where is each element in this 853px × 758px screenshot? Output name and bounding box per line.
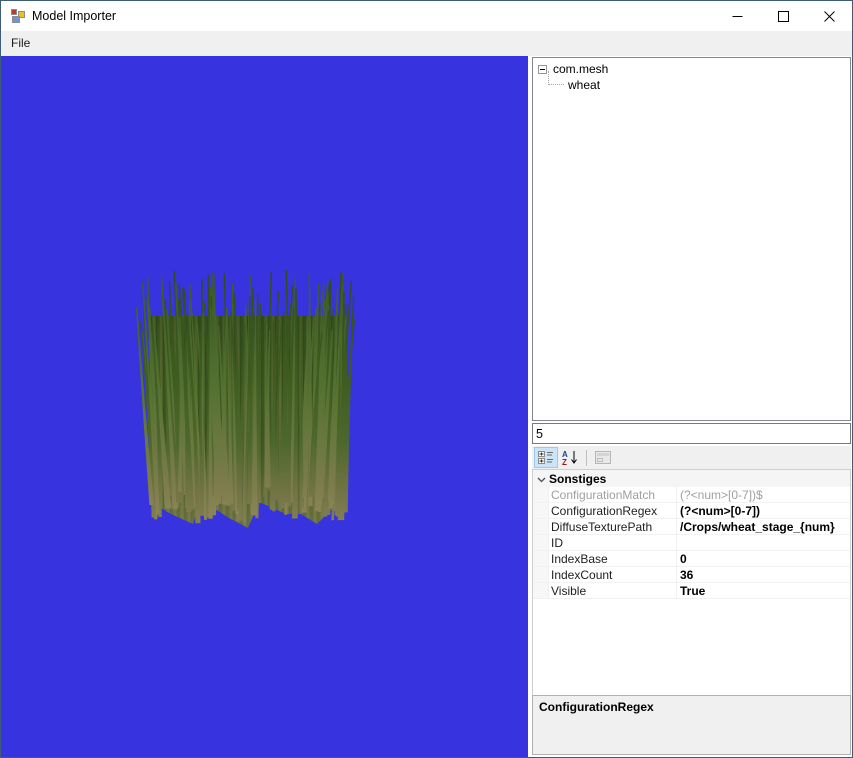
window-title: Model Importer (32, 9, 117, 23)
window-controls (714, 1, 852, 31)
property-value[interactable]: /Crops/wheat_stage_{num} (677, 520, 850, 534)
mesh-tree[interactable]: com.mesh wheat (532, 57, 851, 421)
maximize-button[interactable] (760, 1, 806, 31)
property-value[interactable]: 0 (677, 552, 850, 566)
property-row[interactable]: ID (533, 535, 850, 551)
title-bar: Model Importer (1, 1, 852, 31)
tree-node-wheat[interactable]: wheat (544, 71, 850, 93)
property-name: DiffuseTexturePath (549, 519, 677, 534)
tree-node-root[interactable]: com.mesh (536, 61, 850, 77)
property-row[interactable]: DiffuseTexturePath /Crops/wheat_stage_{n… (533, 519, 850, 535)
category-label: Sonstiges (549, 471, 607, 486)
close-button[interactable] (806, 1, 852, 31)
property-name: IndexCount (549, 567, 677, 582)
maximize-icon (777, 10, 789, 22)
row-gutter (533, 519, 549, 534)
property-grid: A Z Sonstiges ConfigurationMatch (?<num>… (532, 446, 851, 755)
row-gutter (533, 567, 549, 582)
property-name: IndexBase (549, 551, 677, 566)
minimize-button[interactable] (714, 1, 760, 31)
row-gutter (533, 503, 549, 518)
help-property-name: ConfigurationRegex (539, 700, 654, 714)
menu-bar: File (1, 31, 852, 56)
categorized-icon (538, 451, 553, 464)
collapse-icon[interactable] (538, 64, 547, 74)
toolbar-separator (586, 449, 587, 466)
3d-viewport[interactable] (1, 56, 528, 757)
property-row[interactable]: ConfigurationMatch (?<num>[0-7])$ (533, 487, 850, 503)
property-value[interactable]: (?<num>[0-7]) (677, 504, 850, 518)
property-name: ID (549, 535, 677, 550)
property-row[interactable]: IndexCount 36 (533, 567, 850, 583)
chevron-down-icon[interactable] (533, 472, 549, 486)
tree-connector (548, 71, 564, 85)
close-icon (823, 10, 835, 22)
app-icon (10, 8, 26, 24)
property-name: Visible (549, 583, 677, 598)
categorized-button[interactable] (534, 447, 558, 468)
property-grid-toolbar: A Z (532, 446, 851, 469)
property-value[interactable]: True (677, 584, 850, 598)
property-pages-icon (595, 451, 611, 464)
menu-item-file[interactable]: File (1, 32, 40, 55)
property-row[interactable]: IndexBase 0 (533, 551, 850, 567)
property-name: ConfigurationMatch (549, 487, 677, 502)
row-gutter (533, 535, 549, 550)
property-name: ConfigurationRegex (549, 503, 677, 518)
property-value[interactable]: 36 (677, 568, 850, 582)
property-grid-rows: Sonstiges ConfigurationMatch (?<num>[0-7… (532, 469, 851, 695)
property-row[interactable]: Visible True (533, 583, 850, 599)
property-value[interactable]: (?<num>[0-7])$ (677, 488, 850, 502)
tree-node-label[interactable]: wheat (566, 78, 602, 92)
svg-text:Z: Z (562, 458, 567, 466)
right-pane: com.mesh wheat 5 A Z Sonstiges Configura… (528, 56, 852, 757)
alphabetical-icon: A Z (562, 450, 577, 466)
category-row[interactable]: Sonstiges (533, 470, 850, 487)
property-row[interactable]: ConfigurationRegex (?<num>[0-7]) (533, 503, 850, 519)
index-input[interactable] (532, 423, 851, 444)
row-gutter (533, 551, 549, 566)
property-help-pane: ConfigurationRegex (532, 695, 851, 755)
alphabetical-button[interactable]: A Z (558, 447, 582, 468)
wheat-model-render (136, 270, 355, 528)
row-gutter (533, 583, 549, 598)
minimize-icon (732, 15, 742, 17)
row-gutter (533, 487, 549, 502)
app-window: Model Importer File com.mesh wheat 5 A Z… (0, 0, 853, 758)
property-pages-button (591, 447, 615, 468)
